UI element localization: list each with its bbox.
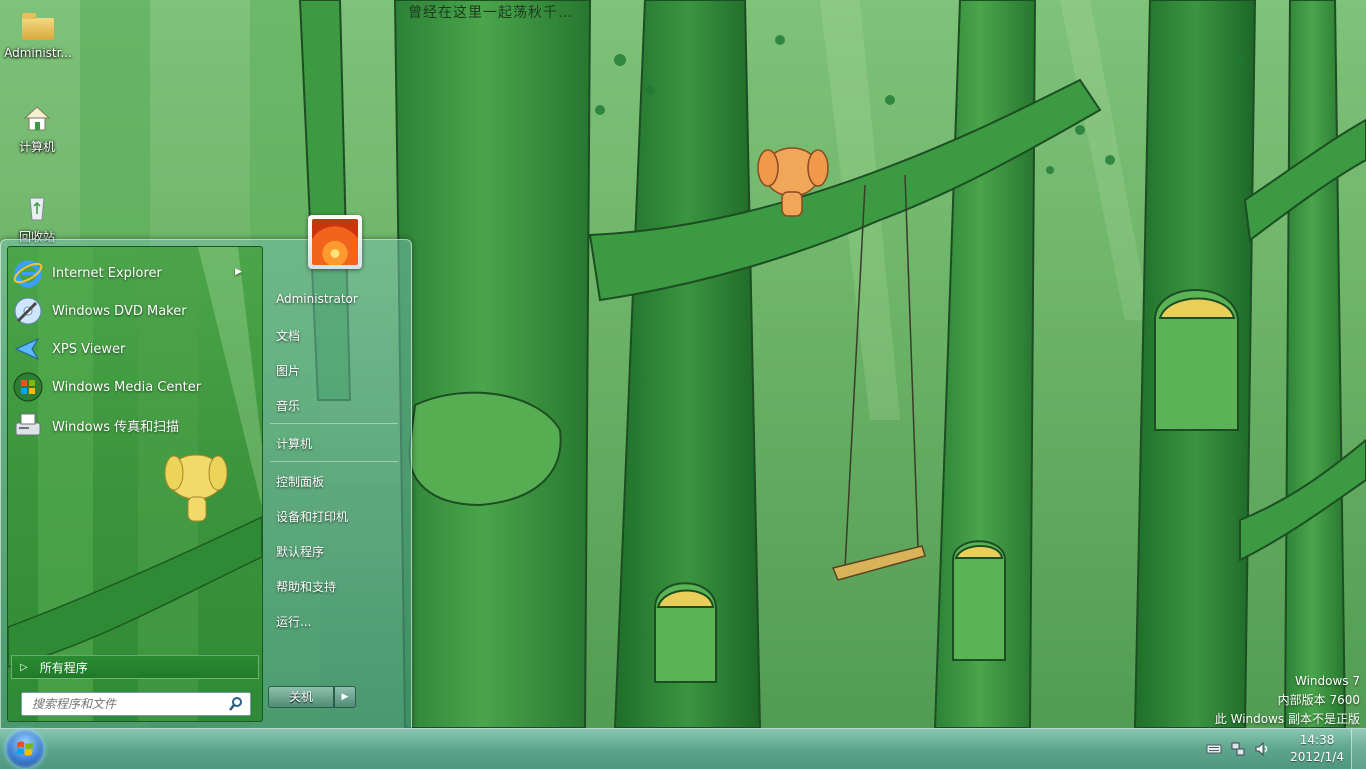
watermark-version: Windows 7 bbox=[1294, 674, 1360, 688]
all-programs-label: 所有程序 bbox=[39, 660, 88, 675]
program-internet-explorer[interactable]: Internet Explorer ▶ bbox=[12, 255, 256, 291]
clock-date: 2012/1/4 bbox=[1290, 750, 1344, 764]
media-center-icon bbox=[12, 371, 44, 403]
start-search-box[interactable] bbox=[21, 692, 251, 716]
places-item-run[interactable]: 运行... bbox=[276, 613, 311, 630]
program-label: Windows DVD Maker bbox=[52, 303, 187, 319]
fax-scan-icon bbox=[12, 409, 44, 441]
internet-explorer-icon bbox=[12, 257, 44, 289]
folder-icon bbox=[22, 13, 54, 40]
show-desktop-button[interactable] bbox=[1351, 729, 1366, 769]
places-item-computer[interactable]: 计算机 bbox=[276, 435, 312, 452]
windows-watermark: Windows 7 内部版本 7600 此 Windows 副本不是正版 bbox=[1215, 672, 1360, 729]
program-label: Internet Explorer bbox=[52, 265, 162, 281]
places-item-help-support[interactable]: 帮助和支持 bbox=[276, 578, 336, 595]
desktop-icon-label: Administr... bbox=[4, 46, 72, 60]
start-search-input[interactable] bbox=[30, 696, 224, 712]
volume-icon[interactable] bbox=[1254, 741, 1270, 757]
wallpaper-caption: 曾经在这里一起荡秋千… bbox=[408, 5, 573, 21]
places-separator bbox=[270, 423, 398, 424]
places-item-user[interactable]: Administrator bbox=[276, 292, 358, 306]
start-menu: Internet Explorer ▶ Windows DVD Maker XP… bbox=[0, 215, 412, 729]
dvd-maker-icon bbox=[12, 295, 44, 327]
places-item-pictures[interactable]: 图片 bbox=[276, 362, 300, 379]
start-menu-programs-pane: Internet Explorer ▶ Windows DVD Maker XP… bbox=[7, 246, 263, 722]
desktop-icon-administrator[interactable]: Administr... bbox=[2, 12, 74, 60]
program-windows-media-center[interactable]: Windows Media Center bbox=[12, 369, 256, 405]
program-label: Windows Media Center bbox=[52, 379, 202, 395]
places-item-control-panel[interactable]: 控制面板 bbox=[276, 473, 324, 490]
keyboard-icon[interactable] bbox=[1206, 741, 1222, 757]
xps-viewer-icon bbox=[12, 333, 44, 365]
all-programs-button[interactable]: ▷ 所有程序 bbox=[11, 655, 259, 679]
network-icon[interactable] bbox=[1230, 741, 1246, 757]
program-label: XPS Viewer bbox=[52, 341, 126, 357]
clock-time: 14:38 bbox=[1299, 733, 1335, 747]
start-button[interactable] bbox=[6, 730, 44, 768]
watermark-not-genuine: 此 Windows 副本不是正版 bbox=[1214, 712, 1360, 726]
expand-arrow-icon: ▷ bbox=[20, 661, 28, 673]
system-clock[interactable]: 14:38 2012/1/4 bbox=[1290, 732, 1344, 766]
places-separator bbox=[270, 461, 398, 462]
desktop-icon-computer[interactable]: 计算机 bbox=[1, 104, 73, 155]
places-item-music[interactable]: 音乐 bbox=[276, 397, 300, 414]
submenu-arrow-icon: ▶ bbox=[235, 267, 242, 277]
desktop-icon-label: 计算机 bbox=[18, 140, 55, 154]
recycle-bin-icon bbox=[21, 194, 53, 226]
watermark-build: 内部版本 7600 bbox=[1277, 693, 1360, 707]
program-xps-viewer[interactable]: XPS Viewer bbox=[12, 331, 256, 367]
desktop-icon-recycle-bin[interactable]: 回收站 bbox=[1, 194, 73, 245]
computer-icon bbox=[21, 104, 53, 136]
shutdown-options-arrow-icon[interactable]: ▶ bbox=[334, 686, 356, 708]
places-item-devices-printers[interactable]: 设备和打印机 bbox=[276, 508, 348, 525]
user-picture-flower bbox=[312, 219, 358, 265]
taskbar: 14:38 2012/1/4 bbox=[0, 728, 1366, 769]
places-item-default-programs[interactable]: 默认程序 bbox=[276, 543, 324, 560]
shutdown-button[interactable]: 关机 bbox=[268, 686, 334, 708]
shutdown-control: 关机 ▶ bbox=[268, 686, 356, 708]
windows-flag-icon bbox=[16, 741, 33, 756]
program-label: Windows 传真和扫描 bbox=[52, 419, 180, 435]
places-item-documents[interactable]: 文档 bbox=[276, 327, 300, 344]
notification-area: 14:38 2012/1/4 bbox=[1202, 729, 1358, 769]
program-windows-dvd-maker[interactable]: Windows DVD Maker bbox=[12, 293, 256, 329]
search-icon[interactable] bbox=[228, 696, 244, 712]
user-account-picture[interactable] bbox=[308, 215, 362, 269]
program-windows-fax-and-scan[interactable]: Windows 传真和扫描 bbox=[12, 407, 256, 443]
